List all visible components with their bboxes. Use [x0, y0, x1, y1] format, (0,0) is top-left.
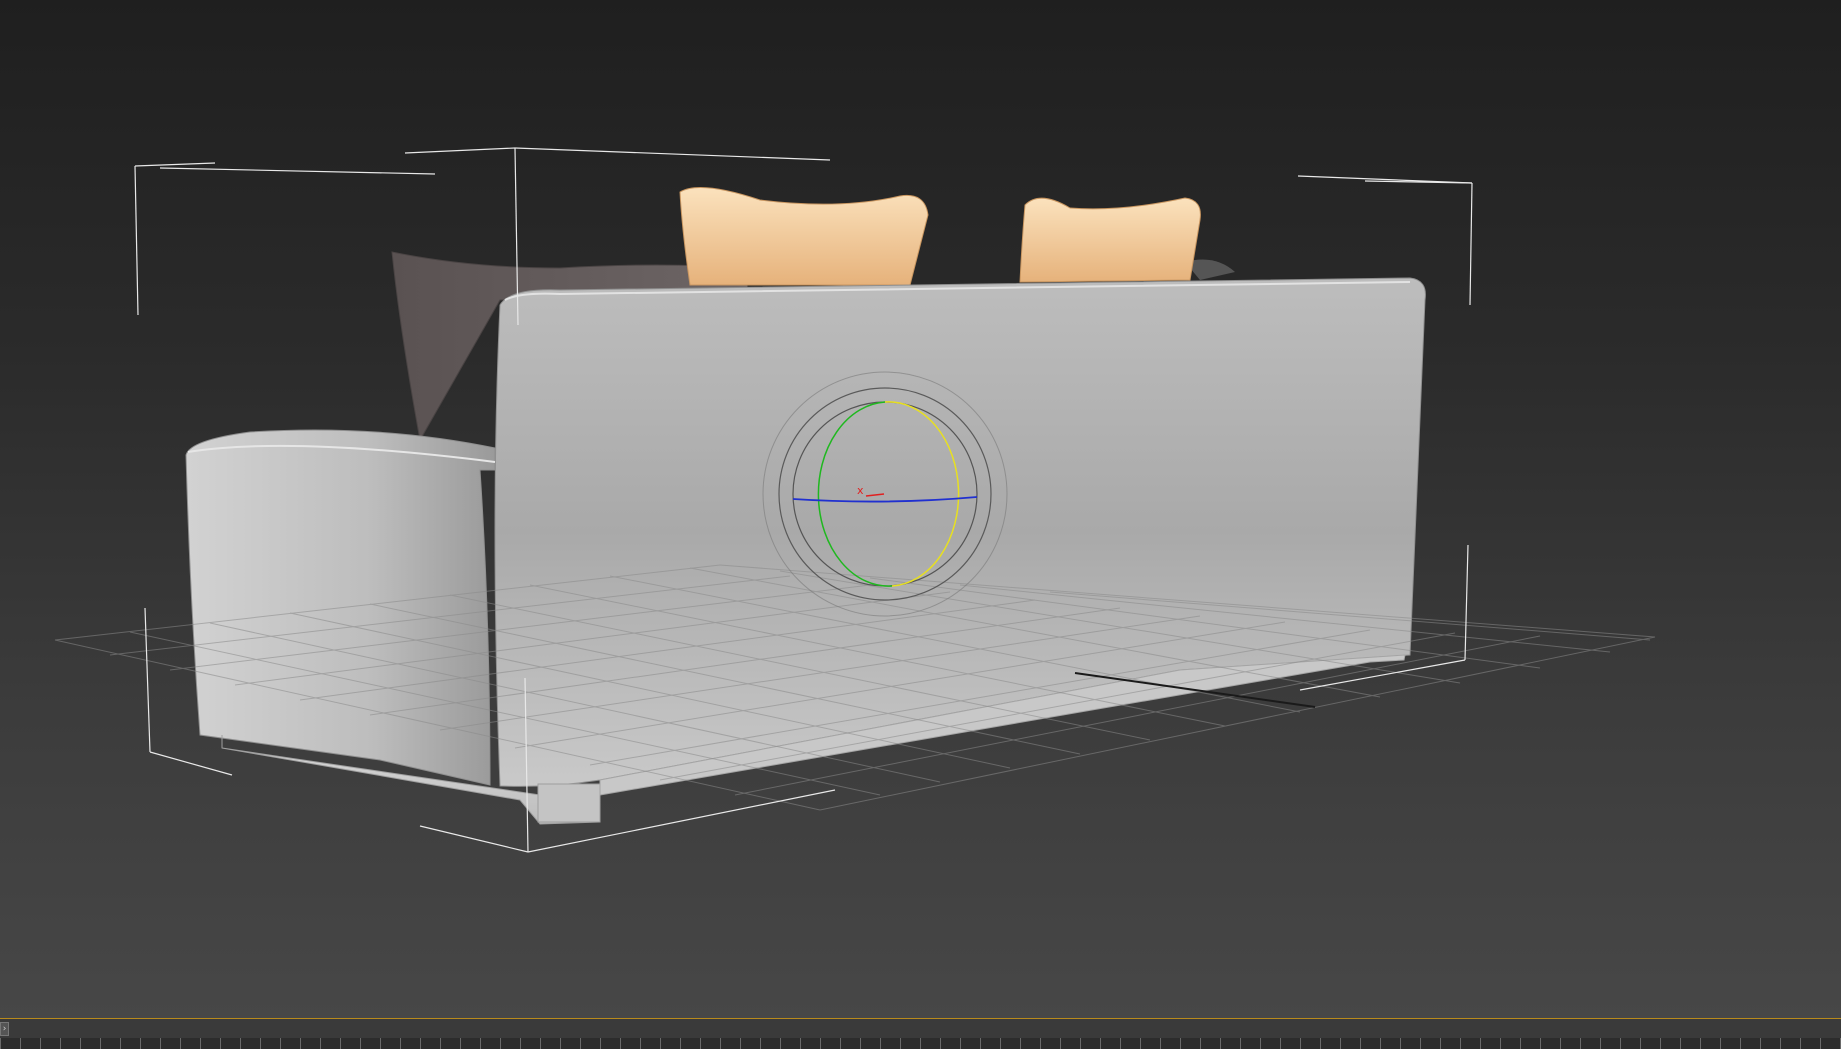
timeline-ruler[interactable]: [0, 1038, 1841, 1049]
scene-canvas[interactable]: x: [0, 0, 1841, 1018]
timeline-handle-icon[interactable]: ›: [0, 1022, 9, 1036]
perspective-viewport[interactable]: x: [0, 0, 1841, 1018]
sofa-back: [494, 277, 1426, 787]
cream-pillow-right: [1019, 197, 1201, 283]
timeline-bar[interactable]: ›: [0, 1018, 1841, 1049]
app-window: x ›: [0, 0, 1841, 1049]
cream-pillow-left: [679, 187, 929, 286]
sofa-leg: [537, 783, 601, 823]
gizmo-axis-marker: x: [857, 484, 864, 497]
